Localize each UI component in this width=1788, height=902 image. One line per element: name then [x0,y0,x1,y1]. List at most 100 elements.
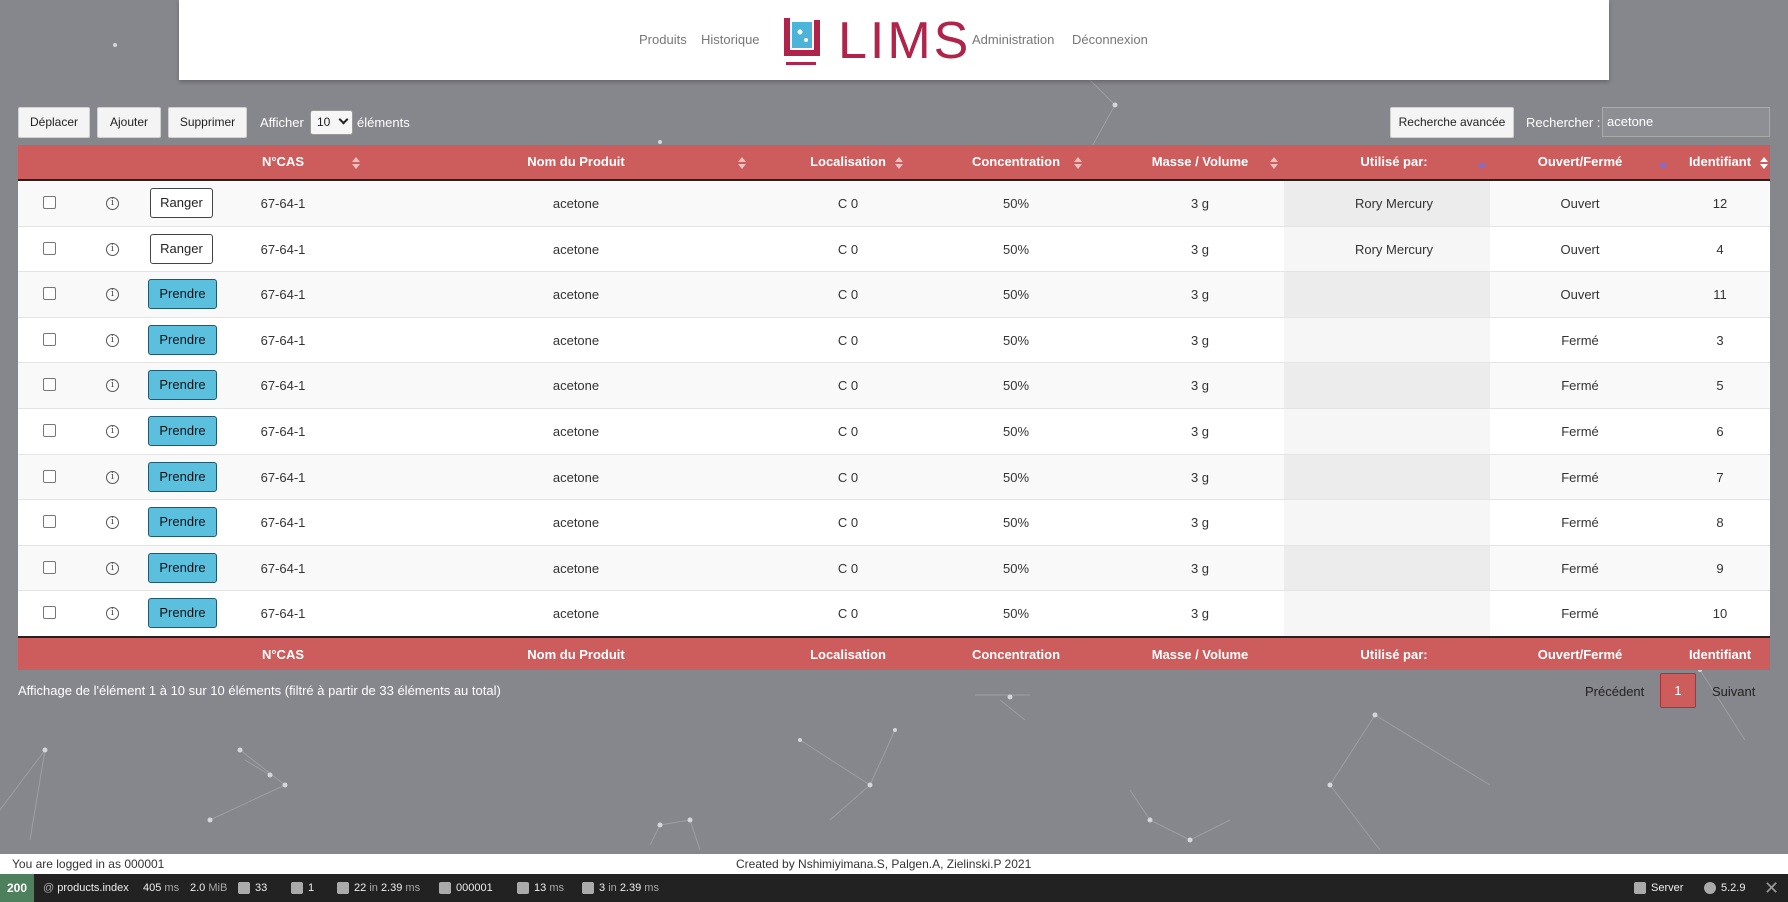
search-input[interactable]: acetone [1602,107,1770,137]
symfony-logo-icon [1704,882,1716,895]
col-header-used-by[interactable]: Utilisé par: [1304,145,1484,179]
nav-produits[interactable]: Produits [639,32,687,47]
table-row: i Prendre 67-64-1 acetone C 0 50% 3 g Ouvert 11 [18,272,1770,318]
col-header-mass[interactable]: Masse / Volume [1106,145,1294,179]
user-item[interactable]: 000001 [439,874,493,902]
sort-icon[interactable] [738,157,746,169]
server-item[interactable]: Server [1634,874,1683,902]
info-icon[interactable]: i [106,607,119,621]
nav-deconnexion[interactable]: Déconnexion [1072,32,1148,47]
cell-id: 7 [1716,469,1724,485]
cell-cas: 67-64-1 [260,560,306,576]
lims-logo[interactable]: LIMS [780,12,968,70]
cell-state: Ouvert [1560,241,1600,257]
cell-location: C 0 [837,332,859,348]
symfony-version-item[interactable]: 5.2.9 [1704,874,1745,902]
cell-id: 5 [1716,378,1724,394]
col-header-name[interactable]: Nom du Produit [458,145,694,179]
info-icon[interactable]: i [106,516,119,530]
twig-item[interactable]: 13 ms [517,874,564,902]
col-header-state[interactable]: Ouvert/Fermé [1498,145,1662,179]
info-icon[interactable]: i [106,242,119,256]
time-item[interactable]: 405 ms [143,874,179,902]
info-icon[interactable]: i [106,424,119,438]
info-icon[interactable]: i [106,197,119,210]
database-icon [337,882,349,895]
advanced-search-button[interactable]: Recherche avancée [1390,107,1514,138]
chevron-down-icon [338,114,349,125]
prendre-button[interactable]: Prendre [148,415,217,446]
row-checkbox[interactable] [43,196,56,209]
sort-icon[interactable] [895,157,903,169]
row-checkbox[interactable] [43,241,56,255]
prendre-button[interactable]: Prendre [148,279,217,310]
logs-item[interactable]: 1 [291,874,314,902]
row-checkbox[interactable] [43,378,56,392]
page-size-select[interactable]: 10 [310,110,353,135]
cache-item[interactable]: 3 in 2.39 ms [582,874,659,902]
close-icon[interactable]: ✕ [1764,874,1779,902]
cell-concentration: 50% [1002,196,1030,211]
status-code-badge[interactable]: 200 [0,874,34,902]
page-size-value: 10 [317,115,331,129]
col-footer-used-by: Utilisé par: [1360,647,1428,662]
sort-icon[interactable] [1074,157,1082,169]
next-page-link[interactable]: Suivant [1712,684,1755,699]
delete-button[interactable]: Supprimer [168,107,247,138]
cell-concentration: 50% [1002,469,1030,485]
col-header-cas[interactable]: N°CAS [248,145,318,179]
database-item[interactable]: 22 in 2.39 ms [337,874,420,902]
ranger-button[interactable]: Ranger [150,233,213,264]
sort-icon[interactable] [352,157,360,169]
row-checkbox[interactable] [43,515,56,529]
cell-cas: 67-64-1 [260,606,306,622]
ranger-button[interactable]: Ranger [150,188,213,218]
memory-item[interactable]: 2.0 MiB [190,874,227,902]
prendre-button[interactable]: Prendre [148,324,217,355]
move-button[interactable]: Déplacer [18,107,90,138]
cell-mass: 3 g [1190,241,1210,257]
prendre-button[interactable]: Prendre [148,370,217,401]
nav-administration[interactable]: Administration [972,32,1054,47]
cell-concentration: 50% [1002,606,1030,622]
cell-cas: 67-64-1 [260,241,306,257]
logged-in-text: You are logged in as 000001 [12,857,165,871]
sort-icon[interactable] [1478,157,1486,169]
cell-used-by [1304,591,1484,636]
twig-time: 13 [534,882,547,894]
sort-icon[interactable] [1270,157,1278,169]
cell-location: C 0 [837,606,859,622]
cell-used-by [1304,409,1484,454]
col-header-id[interactable]: Identifiant [1678,145,1762,179]
previous-page-link[interactable]: Précédent [1585,684,1644,699]
row-checkbox[interactable] [43,469,56,483]
info-icon[interactable]: i [106,288,119,302]
prendre-button[interactable]: Prendre [148,552,217,583]
prendre-button[interactable]: Prendre [148,598,217,629]
cell-concentration: 50% [1002,378,1030,394]
cell-product-name: acetone [552,196,600,211]
route-item[interactable]: @ products.index [43,874,129,902]
cell-mass: 3 g [1190,196,1210,211]
cell-state: Fermé [1561,560,1599,576]
info-icon[interactable]: i [106,379,119,393]
info-icon[interactable]: i [106,470,119,484]
info-icon[interactable]: i [106,333,119,347]
nav-historique[interactable]: Historique [701,32,760,47]
row-checkbox[interactable] [43,332,56,346]
info-icon[interactable]: i [106,561,119,575]
prendre-button[interactable]: Prendre [148,507,217,538]
cell-cas: 67-64-1 [260,378,306,394]
sort-icon[interactable] [1659,157,1667,169]
cache-calls: 3 [599,882,606,894]
sort-icon[interactable] [1760,157,1768,169]
row-checkbox[interactable] [43,423,56,437]
row-checkbox[interactable] [43,560,56,574]
row-checkbox[interactable] [43,606,56,620]
cell-product-name: acetone [552,560,600,576]
page-1-button[interactable]: 1 [1660,673,1696,708]
add-button[interactable]: Ajouter [97,107,161,138]
row-checkbox[interactable] [43,287,56,301]
prendre-button[interactable]: Prendre [148,461,217,492]
forms-item[interactable]: 33 [238,874,267,902]
